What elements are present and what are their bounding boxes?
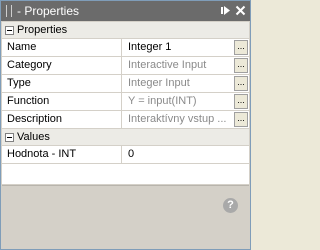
- ellipsis-button[interactable]: ...: [234, 112, 248, 127]
- drag-grip-icon[interactable]: [6, 5, 12, 17]
- property-name: Type: [2, 75, 122, 92]
- property-name: Function: [2, 93, 122, 110]
- ellipsis-button[interactable]: ...: [234, 94, 248, 109]
- property-value-input[interactable]: 0: [123, 146, 233, 163]
- help-icon[interactable]: ?: [223, 198, 238, 213]
- collapse-icon[interactable]: [5, 26, 14, 35]
- title-bar[interactable]: - Properties: [1, 1, 250, 21]
- property-value: Interactive Input: [128, 59, 207, 71]
- pin-icon[interactable]: [219, 4, 232, 17]
- ellipsis-button[interactable]: ...: [234, 58, 248, 73]
- ellipsis-button[interactable]: ...: [234, 76, 248, 91]
- property-name: Name: [2, 39, 122, 56]
- description-panel: ?: [2, 185, 249, 249]
- property-row-type[interactable]: Type Integer Input ...: [2, 75, 249, 93]
- property-name: Hodnota - INT: [2, 146, 122, 163]
- section-label: Values: [17, 131, 50, 143]
- property-grid: Properties Name Integer 1 ... Category I…: [2, 22, 249, 184]
- window-title: - Properties: [17, 4, 80, 18]
- property-row-name[interactable]: Name Integer 1 ...: [2, 39, 249, 57]
- property-row-category[interactable]: Category Interactive Input ...: [2, 57, 249, 75]
- section-properties[interactable]: Properties: [2, 22, 249, 39]
- close-icon[interactable]: [234, 4, 247, 17]
- property-row-function[interactable]: Function Y = input(INT) ...: [2, 93, 249, 111]
- property-name: Category: [2, 57, 122, 74]
- property-row-hodnota-int[interactable]: Hodnota - INT 0: [2, 146, 249, 164]
- property-name: Description: [2, 111, 122, 128]
- property-value: Integer Input: [128, 77, 190, 89]
- section-values[interactable]: Values: [2, 129, 249, 146]
- ellipsis-button[interactable]: ...: [234, 40, 248, 55]
- property-value: Y = input(INT): [128, 95, 197, 107]
- property-value-input[interactable]: Integer 1: [123, 39, 233, 56]
- section-label: Properties: [17, 24, 68, 36]
- property-value: Interaktívny vstup ...: [128, 113, 227, 125]
- properties-window: - Properties Properties Name Integer 1 .…: [0, 0, 251, 250]
- collapse-icon[interactable]: [5, 133, 14, 142]
- property-row-description[interactable]: Description Interaktívny vstup ... ...: [2, 111, 249, 129]
